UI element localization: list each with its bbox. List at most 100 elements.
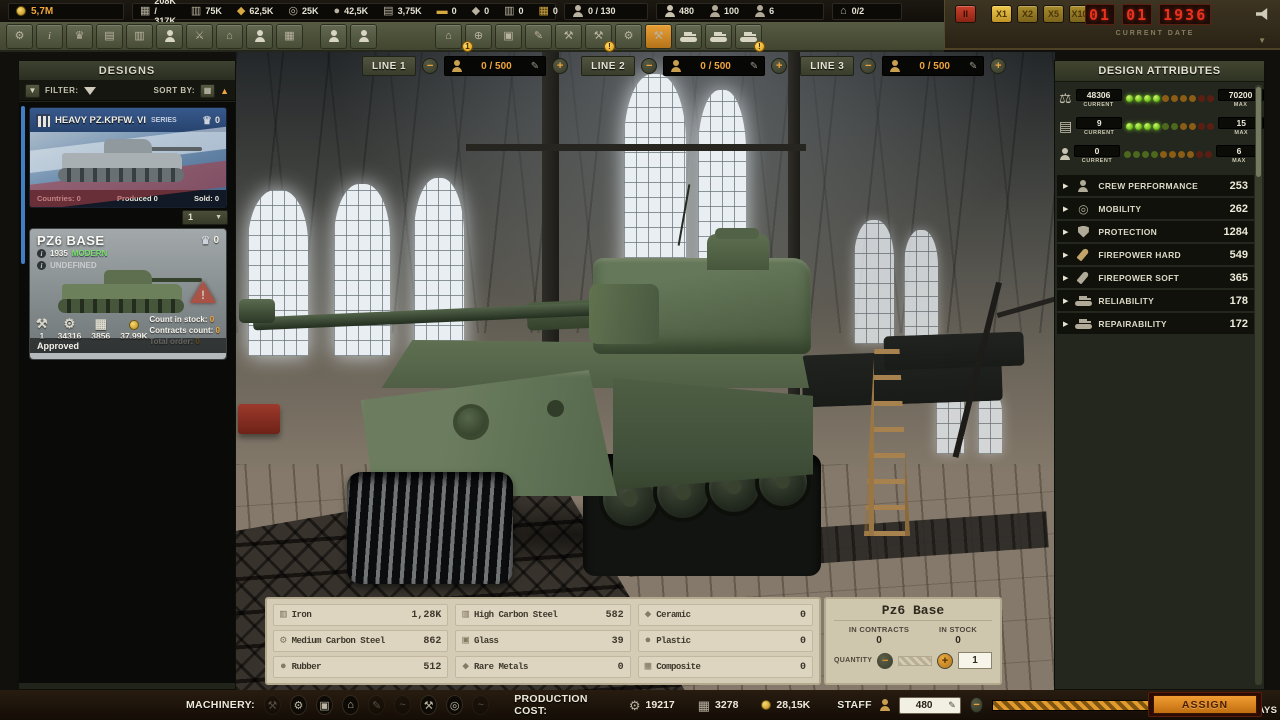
staff-button[interactable]	[246, 24, 273, 49]
in-stock-block: IN STOCK 0	[939, 625, 977, 646]
scrollbar-thumb[interactable]	[1256, 87, 1261, 177]
military-button[interactable]: ⚔	[186, 24, 213, 49]
lathe-icon[interactable]: ⚒	[264, 695, 281, 715]
line-add-button[interactable]: +	[552, 58, 568, 74]
engineering-button[interactable]: ⚙	[615, 24, 642, 49]
expand-arrow-icon[interactable]: ▶	[1063, 251, 1068, 259]
sort-mode-button[interactable]: ▦	[200, 84, 215, 98]
edit-icon[interactable]: ✎	[531, 61, 539, 72]
research-button[interactable]: ✎	[525, 24, 552, 49]
speed-x2-button[interactable]: X2	[1017, 5, 1038, 23]
expand-arrow-icon[interactable]: ▶	[1063, 205, 1068, 213]
quantity-plus-button[interactable]: +	[937, 653, 953, 669]
buildings-button[interactable]: ⌂	[216, 24, 243, 49]
info-button[interactable]: i	[36, 24, 63, 49]
line-remove-button[interactable]: −	[422, 58, 438, 74]
factory-window	[904, 230, 938, 342]
resource-value: 0	[553, 6, 558, 16]
factory-icon: ⌂	[445, 31, 452, 42]
contracts-button[interactable]: ▤	[96, 24, 123, 49]
line-add-button[interactable]: +	[771, 58, 787, 74]
attr-crew-performance[interactable]: ▶ CREW PERFORMANCE 253	[1057, 175, 1254, 196]
list-scrollbar[interactable]	[21, 106, 25, 264]
archive-button[interactable]: ▦	[276, 24, 303, 49]
production-line-3: LINE 3 − 0 / 500 ✎ +	[800, 56, 1006, 76]
settings-button[interactable]: ⚙	[6, 24, 33, 49]
series-card-heavy-pzkpfw-vi[interactable]: HEAVY PZ.KPFW. VI SERIES ♛0 Countries: 0…	[29, 107, 227, 208]
production-line-2: LINE 2 − 0 / 500 ✎ +	[581, 56, 787, 76]
expand-arrow-icon[interactable]: ▶	[1063, 228, 1068, 236]
furnace-icon[interactable]: ⌂	[342, 695, 359, 715]
warning-icon: !	[190, 281, 216, 303]
repair-button[interactable]: ⚒!	[585, 24, 612, 49]
attr-repairability[interactable]: ▶ REPAIRABILITY 172	[1057, 313, 1254, 334]
welder-icon[interactable]: ▣	[316, 695, 333, 715]
filter-dropdown-button[interactable]: ▼	[25, 84, 40, 98]
sort-direction-icon[interactable]: ▲	[220, 86, 229, 96]
crane-tool-icon[interactable]: ~	[394, 695, 411, 715]
grinder-icon[interactable]: ⚒	[420, 695, 437, 715]
current-label: CURRENT	[1083, 102, 1113, 108]
attr-name: FIREPOWER SOFT	[1098, 273, 1223, 283]
attr-reliability[interactable]: ▶ RELIABILITY 178	[1057, 290, 1254, 311]
quantity-slider[interactable]	[898, 656, 932, 666]
expand-arrow-icon[interactable]: ▶	[1063, 274, 1068, 282]
speed-x1-button[interactable]: X1	[991, 5, 1012, 23]
factory-view-button[interactable]: ⌂	[435, 24, 462, 49]
quantity-minus-button[interactable]: −	[877, 653, 893, 669]
pause-button[interactable]: II	[955, 5, 976, 23]
factory-3d-viewport[interactable]	[236, 52, 1055, 690]
attr-name: FIREPOWER HARD	[1098, 250, 1223, 260]
line-remove-button[interactable]: −	[641, 58, 657, 74]
attr-firepower-hard[interactable]: ▶ FIREPOWER HARD 549	[1057, 244, 1254, 265]
person-icon	[164, 30, 175, 42]
press-icon[interactable]: ✎	[368, 695, 385, 715]
tank-designs-button[interactable]	[675, 24, 702, 49]
office-button[interactable]: ▣	[495, 24, 522, 49]
workshop-button[interactable]: ⚒	[555, 24, 582, 49]
hr-button[interactable]	[350, 24, 377, 49]
attr-mobility[interactable]: ▶ ◎ MOBILITY 262	[1057, 198, 1254, 219]
tank-model-pz6[interactable]	[331, 200, 821, 552]
production-button-selected[interactable]: ⚒	[645, 24, 672, 49]
staff-value: 480	[904, 700, 944, 711]
staff-minus-button[interactable]: −	[970, 697, 984, 713]
tank-orders-button[interactable]: !	[735, 24, 762, 49]
drill-press-icon[interactable]: ⚙	[290, 695, 307, 715]
series-count-dropdown[interactable]: 1 ▼	[182, 210, 228, 225]
team-button[interactable]	[320, 24, 347, 49]
personnel-button[interactable]	[156, 24, 183, 49]
speaker-icon[interactable]	[1256, 8, 1272, 20]
speed-x5-button[interactable]: X5	[1043, 5, 1064, 23]
gauge-dot	[1207, 123, 1214, 130]
conveyor-icon[interactable]: ~	[472, 695, 489, 715]
reports-button[interactable]: ▥	[126, 24, 153, 49]
attr-protection[interactable]: ▶ PROTECTION 1284	[1057, 221, 1254, 242]
edit-icon[interactable]: ✎	[969, 61, 977, 72]
chevron-down-icon[interactable]: ▼	[1258, 36, 1266, 45]
cost-parts: ⚙19217	[629, 699, 675, 712]
line-remove-button[interactable]: −	[860, 58, 876, 74]
line-add-button[interactable]: +	[990, 58, 1006, 74]
line-counter[interactable]: 0 / 500 ✎	[444, 56, 546, 76]
expand-arrow-icon[interactable]: ▶	[1063, 320, 1068, 328]
line-counter[interactable]: 0 / 500 ✎	[882, 56, 984, 76]
expand-arrow-icon[interactable]: ▶	[1063, 297, 1068, 305]
current-date-display: 01 01 1936	[1085, 4, 1211, 25]
expand-arrow-icon[interactable]: ▶	[1063, 182, 1068, 190]
line-counter[interactable]: 0 / 500 ✎	[663, 56, 765, 76]
world-market-button[interactable]: ⊕1	[465, 24, 492, 49]
edit-icon[interactable]: ✎	[750, 61, 758, 72]
assign-button[interactable]: ASSIGN	[1153, 695, 1257, 714]
attributes-scrollbar[interactable]	[1255, 85, 1262, 685]
in-contracts-block: IN CONTRACTS 0	[849, 625, 909, 646]
mill-icon[interactable]: ◎	[446, 695, 463, 715]
quantity-input[interactable]: 1	[958, 652, 992, 669]
tank-fleet-button[interactable]	[705, 24, 732, 49]
filter-funnel-icon[interactable]	[84, 87, 96, 95]
design-card-pz6-base[interactable]: PZ6 BASE ♛0 i 1935 MODERN i UNDEFINED ! …	[29, 228, 227, 360]
attr-firepower-soft[interactable]: ▶ FIREPOWER SOFT 365	[1057, 267, 1254, 288]
staff-input[interactable]: 480 ✎	[899, 697, 961, 714]
material-rubber: ●Rubber512	[273, 656, 448, 678]
achievements-button[interactable]: ♛	[66, 24, 93, 49]
